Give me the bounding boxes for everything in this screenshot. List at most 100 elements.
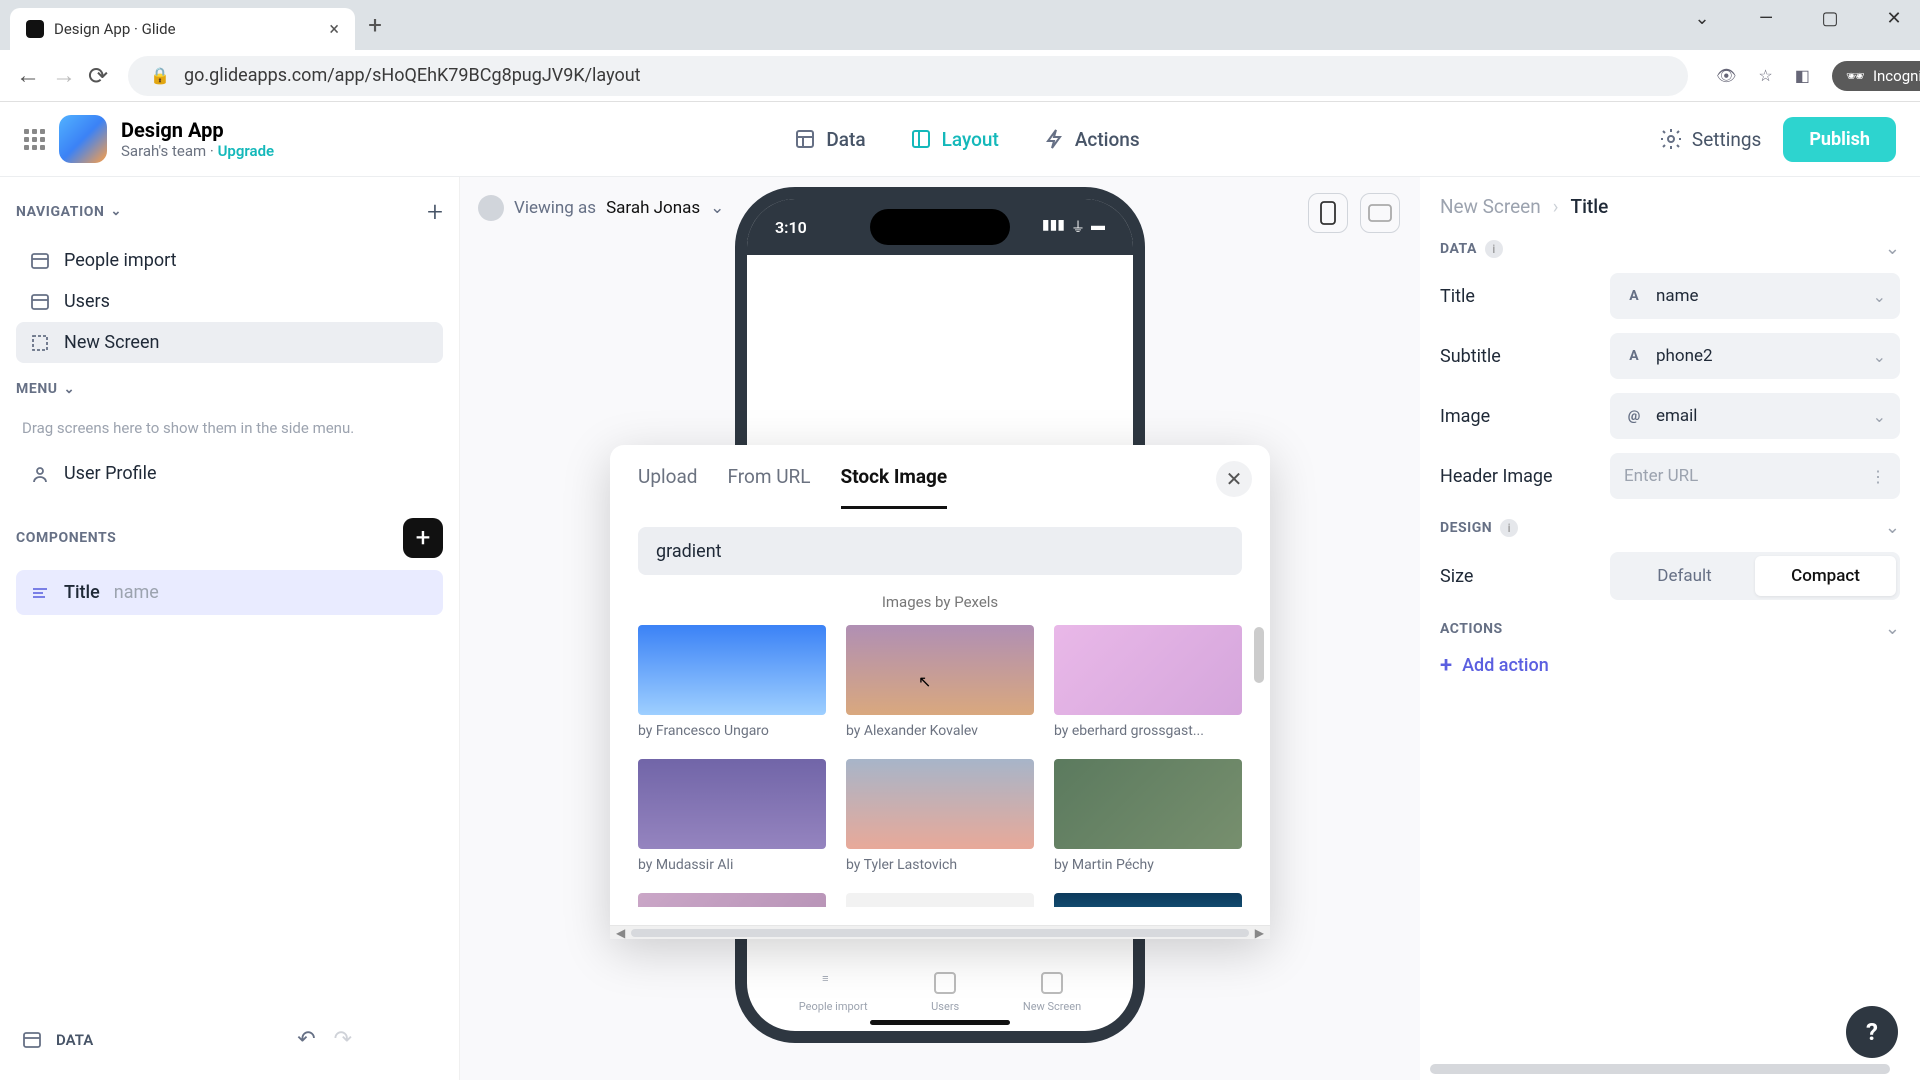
close-icon[interactable]: × [329,19,339,40]
field-label-image: Image [1440,406,1610,427]
incognito-label: Incognito [1873,67,1920,85]
add-component-button[interactable]: + [403,518,443,558]
maximize-icon[interactable]: ▢ [1812,8,1848,29]
tab-layout[interactable]: Layout [910,128,999,151]
menu-section-label[interactable]: MENU ⌄ [16,381,75,397]
chevron-down-icon: ⌄ [1873,287,1886,306]
nav-item-label: People import [64,250,177,271]
menu-item-label: User Profile [64,463,157,484]
field-label-subtitle: Subtitle [1440,346,1610,367]
scrollbar-thumb[interactable] [1254,627,1264,683]
chevron-down-icon[interactable]: ⌄ [1684,8,1720,29]
right-panel: New Screen › Title DATAi⌄ Title Aname⌄ S… [1420,177,1920,1080]
title-select[interactable]: Aname⌄ [1610,273,1900,319]
tab-actions[interactable]: Actions [1043,128,1140,151]
new-tab-button[interactable]: + [355,11,395,39]
stock-thumb[interactable]: by Tyler Lastovich [846,759,1034,873]
stock-thumb[interactable] [1054,893,1242,907]
component-label: Title [64,582,100,603]
settings-link[interactable]: Settings [1660,128,1761,151]
nav-item-new-screen[interactable]: New Screen [16,322,443,363]
chevron-down-icon: ⌄ [111,204,123,219]
header-image-input[interactable]: Enter URL⋮ [1610,453,1900,499]
back-button[interactable]: ← [16,61,40,90]
tab-actions-label: Actions [1075,128,1140,151]
phone-tab[interactable]: Users [931,972,959,1013]
stock-thumb[interactable]: by Mudassir Ali [638,759,826,873]
chevron-down-icon[interactable]: ⌄ [1885,238,1900,259]
device-phone-button[interactable] [1308,193,1348,233]
app-logo [59,115,107,163]
stock-image-grid: by Francesco Ungaro by Alexander Kovalev… [610,615,1270,925]
add-nav-button[interactable]: + [427,195,443,228]
reload-button[interactable]: ⟳ [88,62,108,90]
menu-item-user-profile[interactable]: User Profile [16,453,443,494]
image-select[interactable]: @email⌄ [1610,393,1900,439]
chevron-down-icon[interactable]: ⌄ [1885,517,1900,538]
images-by-label: Images by Pexels [610,593,1270,611]
modal-tab-from-url[interactable]: From URL [728,465,811,509]
size-option-compact[interactable]: Compact [1755,556,1896,596]
app-header: Design App Sarah's team · Upgrade Data L… [0,102,1920,176]
stock-thumb[interactable] [638,893,826,907]
redo-button[interactable]: ↷ [334,1027,352,1052]
modal-hscroll[interactable]: ◀▶ [610,925,1270,939]
upgrade-link[interactable]: Upgrade [218,142,275,160]
component-title[interactable]: Title name [16,570,443,615]
device-tablet-button[interactable] [1360,193,1400,233]
modal-tab-upload[interactable]: Upload [638,465,698,509]
size-option-default[interactable]: Default [1614,556,1755,596]
app-team-line: Sarah's team · Upgrade [121,142,274,160]
subtitle-select[interactable]: Aphone2⌄ [1610,333,1900,379]
publish-button[interactable]: Publish [1783,117,1896,162]
chevron-down-icon: ⌄ [64,382,76,397]
settings-label: Settings [1692,128,1761,151]
nav-item-people-import[interactable]: People import [16,240,443,281]
chevron-down-icon: ⌄ [1873,347,1886,366]
canvas: Viewing as Sarah Jonas ⌄ 3:10 ▮▮▮⏚▬ ≡Peo… [460,177,1420,1080]
nav-item-users[interactable]: Users [16,281,443,322]
nav-item-label: New Screen [64,332,159,353]
stock-thumb[interactable] [846,893,1034,907]
chevron-down-icon[interactable]: ⌄ [1885,618,1900,639]
modal-close-button[interactable]: ✕ [1216,461,1252,497]
right-panel-hscroll[interactable] [1430,1064,1890,1074]
phone-time: 3:10 [775,218,807,237]
window-controls: ⌄ — ▢ ✕ [1684,8,1912,29]
stock-thumb[interactable]: by Martin Péchy [1054,759,1242,873]
stock-thumb[interactable]: by eberhard grossgast... [1054,625,1242,739]
phone-tab[interactable]: New Screen [1023,972,1081,1013]
field-label-header-image: Header Image [1440,466,1610,487]
home-indicator [870,1020,1010,1025]
stock-search-input[interactable] [638,527,1242,575]
left-panel: NAVIGATION ⌄ + People import Users New S… [0,177,460,1080]
url-field[interactable]: 🔒 go.glideapps.com/app/sHoQEhK79BCg8pugJ… [128,56,1688,96]
modal-tab-stock-image[interactable]: Stock Image [841,465,948,509]
add-action-button[interactable]: +Add action [1440,653,1900,678]
close-window-icon[interactable]: ✕ [1876,8,1912,29]
eye-off-icon[interactable]: 👁 [1716,66,1736,85]
phone-tab[interactable]: ≡People import [799,972,868,1013]
tab-data[interactable]: Data [794,128,865,151]
help-fab[interactable]: ? [1846,1006,1898,1058]
viewing-as-selector[interactable]: Viewing as Sarah Jonas ⌄ [478,195,724,221]
navigation-section-label[interactable]: NAVIGATION ⌄ [16,204,122,220]
apps-grid-icon[interactable] [24,129,45,150]
app-name: Design App [121,118,274,142]
breadcrumb-root[interactable]: New Screen [1440,195,1541,218]
star-icon[interactable]: ☆ [1758,66,1772,85]
chevron-down-icon: ⌄ [710,198,724,218]
size-segmented[interactable]: Default Compact [1610,552,1900,600]
browser-tab[interactable]: Design App · Glide × [10,8,355,50]
address-bar: ← → ⟳ 🔒 go.glideapps.com/app/sHoQEhK79BC… [0,50,1920,102]
field-label-title: Title [1440,286,1610,307]
stock-thumb[interactable]: by Alexander Kovalev [846,625,1034,739]
forward-button[interactable]: → [52,61,76,90]
stock-thumb[interactable]: by Francesco Ungaro [638,625,826,739]
info-icon[interactable]: i [1485,240,1503,258]
undo-button[interactable]: ↶ [297,1027,315,1052]
minimize-icon[interactable]: — [1748,8,1784,29]
footer-data-link[interactable]: DATA [56,1031,93,1049]
info-icon[interactable]: i [1500,519,1518,537]
panel-icon[interactable]: ◧ [1795,66,1810,85]
